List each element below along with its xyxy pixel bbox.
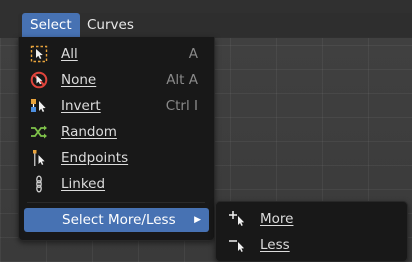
submenu-item-less[interactable]: Less	[222, 232, 400, 258]
menu-item-label: Invert	[61, 98, 101, 114]
linked-icon	[36, 175, 42, 193]
menu-item-shortcut: A	[188, 46, 198, 62]
tab-curves[interactable]: Curves	[79, 13, 142, 37]
select-less-icon	[229, 240, 245, 252]
menu-item-label: Linked	[61, 176, 106, 192]
menu-item-all[interactable]: All A	[23, 41, 210, 67]
menu-item-label: Endpoints	[61, 150, 129, 166]
menu-item-invert[interactable]: Invert Ctrl I	[23, 93, 210, 119]
select-menu: All A None Alt A Invert Ctrl I Random En…	[18, 37, 215, 241]
submenu-item-label: Less	[260, 237, 290, 253]
menu-item-shortcut: Ctrl I	[165, 98, 198, 114]
menu-item-none[interactable]: None Alt A	[23, 67, 210, 93]
random-icon	[31, 125, 47, 139]
menu-item-label: Select More/Less	[62, 212, 176, 228]
select-more-less-submenu: More Less	[215, 201, 408, 262]
submenu-item-label: More	[260, 211, 294, 227]
menu-item-label: Random	[61, 124, 117, 140]
select-invert-icon	[31, 99, 46, 112]
menu-item-label: None	[61, 72, 97, 88]
submenu-item-more[interactable]: More	[222, 206, 400, 232]
menu-item-endpoints[interactable]: Endpoints	[23, 145, 210, 171]
menu-separator	[27, 202, 205, 203]
select-more-icon	[229, 211, 245, 226]
submenu-arrow-icon: ▶	[194, 215, 201, 225]
select-none-icon	[30, 71, 48, 89]
menu-item-label: All	[61, 46, 78, 62]
select-all-icon	[30, 45, 48, 63]
menu-item-select-more-less[interactable]: Select More/Less ▶	[24, 208, 209, 232]
endpoints-icon	[33, 150, 45, 166]
menu-item-random[interactable]: Random	[23, 119, 210, 145]
menu-item-shortcut: Alt A	[166, 72, 198, 88]
tab-select[interactable]: Select	[22, 13, 80, 37]
menu-item-linked[interactable]: Linked	[23, 171, 210, 197]
